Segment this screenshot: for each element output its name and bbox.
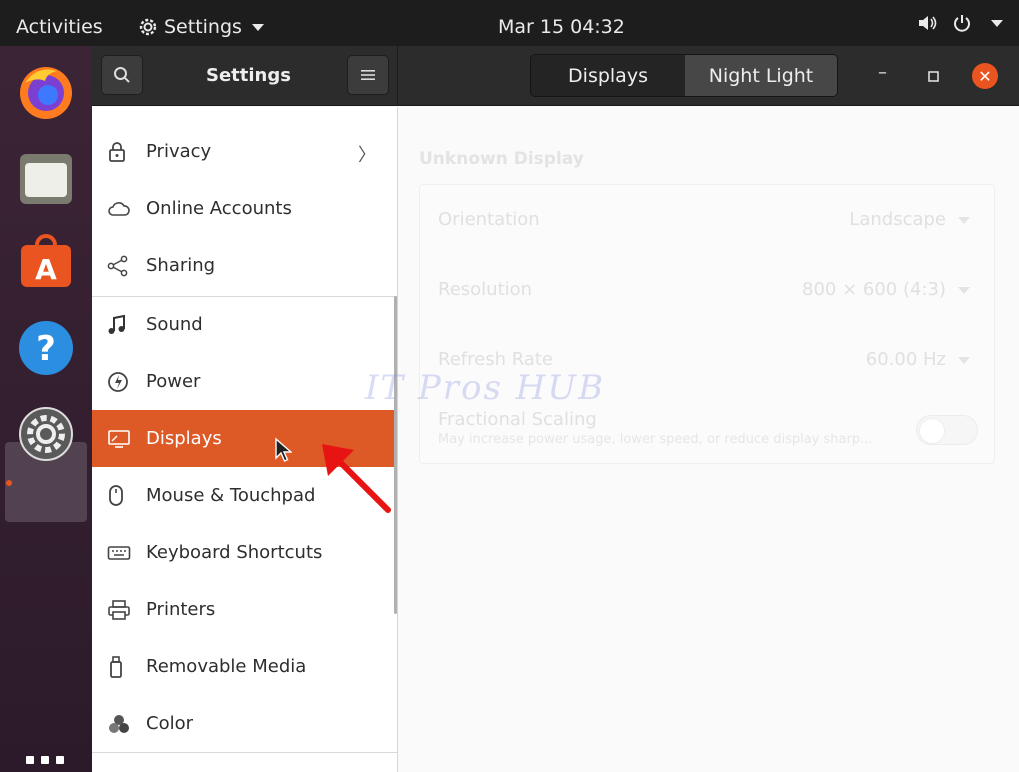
- files-icon[interactable]: [14, 146, 78, 210]
- chevron-down-icon: [958, 357, 970, 364]
- chevron-down-icon: [958, 217, 970, 224]
- display-icon: [92, 429, 146, 449]
- chevron-down-icon: [958, 287, 970, 294]
- search-button[interactable]: [101, 55, 143, 95]
- resolution-value: 800 × 600 (4:3): [802, 279, 946, 300]
- view-switcher: Displays Night Light: [530, 54, 838, 97]
- chevron-down-icon: [991, 19, 1003, 27]
- sidebar-item-label: Removable Media: [146, 656, 307, 677]
- power-icon: [954, 15, 970, 32]
- sidebar-item-label: Power: [146, 371, 201, 392]
- keyboard-icon: [92, 545, 146, 561]
- sidebar-item-removable-media[interactable]: Removable Media: [92, 638, 397, 695]
- sidebar-item-label: Sharing: [146, 255, 216, 276]
- sidebar-item-privacy[interactable]: Privacy 〉: [92, 123, 397, 180]
- lock-icon: [92, 141, 146, 163]
- display-settings-card: Orientation Landscape Resolution 800 × 6…: [419, 184, 995, 464]
- top-bar: Activities Settings Mar 15 04:32: [0, 0, 1019, 46]
- fractional-scaling-label: Fractional Scaling: [438, 409, 597, 430]
- fractional-scaling-description: May increase power usage, lower speed, o…: [438, 432, 873, 447]
- displays-panel: Unknown Display Orientation Landscape Re…: [399, 107, 1019, 772]
- minimize-icon[interactable]: –: [878, 62, 887, 83]
- resolution-label: Resolution: [438, 279, 533, 300]
- refresh-rate-label: Refresh Rate: [438, 349, 553, 370]
- sidebar-header: Settings: [92, 46, 398, 106]
- printer-icon: [92, 599, 146, 621]
- gear-icon: [139, 18, 157, 36]
- tab-displays[interactable]: Displays: [531, 55, 685, 96]
- watermark: IT Pros HUB: [365, 368, 606, 408]
- color-icon: [92, 713, 146, 735]
- sidebar-item-label: Color: [146, 713, 193, 734]
- hamburger-icon: [361, 70, 375, 80]
- svg-text:A: A: [35, 253, 57, 286]
- menu-button[interactable]: [347, 55, 389, 95]
- resolution-row[interactable]: Resolution 800 × 600 (4:3): [438, 279, 978, 300]
- chevron-down-icon: [251, 23, 264, 31]
- sidebar-item-label: Online Accounts: [146, 198, 292, 219]
- activities-button[interactable]: Activities: [16, 16, 103, 38]
- software-icon[interactable]: A: [14, 230, 78, 294]
- music-note-icon: [92, 314, 146, 336]
- sidebar-item-label: Keyboard Shortcuts: [146, 542, 323, 563]
- usb-icon: [92, 655, 146, 679]
- volume-icon: [919, 16, 937, 30]
- sidebar-item-label: Sound: [146, 314, 203, 335]
- orientation-row[interactable]: Orientation Landscape: [438, 209, 978, 230]
- chevron-right-icon: 〉: [358, 145, 376, 166]
- apps-grid-icon[interactable]: [26, 756, 66, 772]
- sidebar-item-label: Displays: [146, 428, 222, 449]
- settings-window: Settings Displays Night Light – ✕ Privac…: [92, 46, 1019, 772]
- power-icon: [92, 371, 146, 393]
- app-menu-label: Settings: [164, 16, 242, 38]
- close-icon: ✕: [978, 66, 992, 86]
- sidebar-item-sound[interactable]: Sound: [92, 296, 397, 353]
- sidebar-item-power[interactable]: Power: [92, 353, 397, 410]
- page-title: Settings: [206, 65, 291, 86]
- sidebar-item-color[interactable]: Color: [92, 695, 397, 752]
- mouse-cursor-icon: [275, 437, 292, 462]
- header-bar: Settings Displays Night Light – ✕: [92, 46, 1019, 106]
- sidebar-item-keyboard-shortcuts[interactable]: Keyboard Shortcuts: [92, 524, 397, 581]
- tab-night-light[interactable]: Night Light: [685, 55, 837, 96]
- svg-text:?: ?: [36, 329, 56, 369]
- running-indicator: [6, 480, 12, 486]
- sidebar-item-label: Privacy: [146, 141, 212, 162]
- settings-icon[interactable]: [14, 402, 78, 466]
- sidebar-item-label: Mouse & Touchpad: [146, 485, 316, 506]
- app-menu[interactable]: Settings: [138, 16, 264, 38]
- mouse-icon: [92, 484, 146, 508]
- fractional-scaling-row: Fractional Scaling May increase power us…: [438, 409, 978, 447]
- close-button[interactable]: ✕: [972, 63, 998, 89]
- dock: A ?: [0, 46, 92, 772]
- clock[interactable]: Mar 15 04:32: [498, 16, 625, 38]
- sidebar-item-sharing[interactable]: Sharing: [92, 237, 397, 294]
- sidebar-item-label: Printers: [146, 599, 216, 620]
- help-icon[interactable]: ?: [14, 316, 78, 380]
- refresh-rate-value: 60.00 Hz: [865, 349, 946, 370]
- cloud-icon: [92, 200, 146, 218]
- sidebar-item-printers[interactable]: Printers: [92, 581, 397, 638]
- search-icon: [114, 67, 130, 83]
- refresh-rate-row[interactable]: Refresh Rate 60.00 Hz: [438, 349, 978, 370]
- orientation-label: Orientation: [438, 209, 540, 230]
- maximize-icon[interactable]: [928, 71, 939, 82]
- share-icon: [92, 255, 146, 277]
- system-tray[interactable]: [917, 14, 1003, 32]
- sidebar-item-online-accounts[interactable]: Online Accounts: [92, 180, 397, 237]
- fractional-scaling-toggle[interactable]: [916, 415, 978, 445]
- firefox-icon[interactable]: [14, 60, 78, 124]
- divider: [92, 752, 397, 753]
- display-name: Unknown Display: [419, 149, 584, 169]
- annotation-arrow-icon: [322, 444, 391, 513]
- orientation-value: Landscape: [849, 209, 946, 230]
